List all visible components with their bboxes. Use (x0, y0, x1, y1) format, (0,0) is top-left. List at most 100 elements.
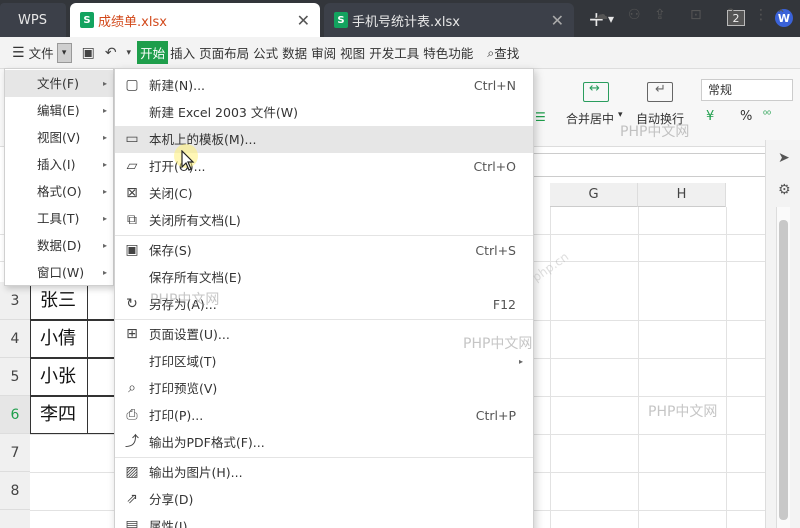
menu-item-data[interactable]: 数据(D) ▸ (5, 232, 113, 259)
share-icon[interactable]: ⇪ (654, 7, 666, 23)
alignment-icon[interactable]: ☰ (535, 110, 546, 124)
select-pointer-icon[interactable]: ➤ (778, 150, 790, 166)
table-cell-name[interactable]: 小张 (30, 358, 88, 396)
menu-item-export-pdf[interactable]: ⤴ 输出为PDF格式(F)... (115, 429, 533, 456)
menu-item-edit[interactable]: 编辑(E) ▸ (5, 97, 113, 124)
menu-item-label: 输出为图片(H)... (149, 465, 243, 480)
new-file-icon: ▢ (125, 77, 139, 93)
decimal-increase-icon[interactable]: ⁰⁰ (763, 110, 771, 121)
save-icon[interactable]: ▣ (82, 45, 95, 61)
tab-label: 成绩单.xlsx (98, 14, 167, 30)
menu-item-export-image[interactable]: ▨ 输出为图片(H)... (115, 459, 533, 486)
chevron-down-icon[interactable]: ▾ (618, 110, 623, 120)
menu-item-label: 打印预览(V) (149, 381, 218, 396)
currency-format-icon[interactable]: ¥ (706, 109, 714, 124)
quick-access-dropdown-icon[interactable]: ▾ (127, 48, 132, 58)
file-menu: 文件(F) ▸ 编辑(E) ▸ 视图(V) ▸ 插入(I) ▸ 格式(O) ▸ 工具(T)… (4, 68, 114, 286)
menu-divider (115, 235, 533, 236)
menu-item-share[interactable]: ⇗ 分享(D) (115, 486, 533, 513)
scrollbar-thumb[interactable] (779, 220, 788, 520)
menu-item-save-all[interactable]: 保存所有文档(E) (115, 264, 533, 291)
properties-icon: ▤ (125, 518, 139, 528)
menu-item-label: 编辑(E) (37, 103, 80, 118)
menu-item-page-setup[interactable]: ⊞ 页面设置(U)... (115, 321, 533, 348)
more-tools-icon[interactable]: ⊡ (690, 7, 702, 23)
properties-panel-icon[interactable]: ⚙ (778, 182, 791, 198)
table-cell[interactable] (88, 282, 114, 320)
find-button[interactable]: 查找 (494, 43, 519, 62)
table-cell[interactable] (88, 396, 114, 434)
menu-item-properties[interactable]: ▤ 属性(I) (115, 513, 533, 528)
menu-item-file[interactable]: 文件(F) ▸ (5, 70, 113, 97)
tab-page-layout[interactable]: 页面布局 (197, 43, 251, 62)
row-header[interactable]: 4 (0, 320, 30, 358)
column-header-h[interactable]: H (638, 183, 726, 207)
table-cell-name[interactable]: 张三 (30, 282, 88, 320)
undo-icon[interactable]: ↶ (105, 45, 117, 61)
menu-item-new[interactable]: ▢ 新建(N)... Ctrl+N (115, 72, 533, 99)
menu-item-close[interactable]: ⊠ 关闭(C) (115, 180, 533, 207)
menu-item-window[interactable]: 窗口(W) ▸ (5, 259, 113, 286)
tab-document-active[interactable]: S 成绩单.xlsx ✕ (70, 3, 320, 37)
file-menu-dropdown[interactable]: ▾ (56, 42, 72, 63)
search-icon[interactable]: ⌕ (487, 45, 494, 61)
menu-item-print[interactable]: ⎙ 打印(P)... Ctrl+P (115, 402, 533, 429)
menu-item-insert[interactable]: 插入(I) ▸ (5, 151, 113, 178)
menu-item-view[interactable]: 视图(V) ▸ (5, 124, 113, 151)
menu-item-close-all[interactable]: ⧉ 关闭所有文档(L) (115, 207, 533, 234)
close-tab-icon[interactable]: ✕ (551, 11, 564, 30)
table-cell[interactable] (88, 320, 114, 358)
cloud-sync-icon[interactable]: ☁ (594, 7, 608, 23)
row-header[interactable]: 5 (0, 358, 30, 396)
wrap-text-button[interactable]: 自动换行 (636, 110, 684, 127)
table-cell-name[interactable]: 小倩 (30, 320, 88, 358)
submenu-arrow-icon: ▸ (102, 214, 107, 223)
menu-item-label: 页面设置(U)... (149, 327, 230, 342)
tab-developer[interactable]: 开发工具 (367, 43, 421, 62)
tab-document[interactable]: S 手机号统计表.xlsx ✕ (324, 3, 574, 37)
percent-format-icon[interactable]: % (740, 109, 752, 124)
hamburger-menu-icon[interactable]: ☰ (12, 45, 25, 61)
tab-home[interactable]: 开始 (137, 41, 169, 64)
table-cell[interactable] (88, 358, 114, 396)
table-cell-name[interactable]: 李四 (30, 396, 88, 434)
menu-item-save[interactable]: ▣ 保存(S) Ctrl+S (115, 237, 533, 264)
merge-cells-icon[interactable] (583, 81, 609, 102)
menu-item-tools[interactable]: 工具(T) ▸ (5, 205, 113, 232)
number-format-select[interactable]: 常规 (701, 79, 793, 101)
menu-item-print-preview[interactable]: ⌕ 打印预览(V) (115, 375, 533, 402)
menu-item-format[interactable]: 格式(O) ▸ (5, 178, 113, 205)
gridline (638, 207, 639, 528)
print-preview-icon: ⌕ (128, 380, 136, 396)
collapse-ribbon-icon[interactable]: ⌃ (776, 7, 786, 21)
more-options-icon[interactable]: ⋮ (754, 7, 768, 23)
tab-insert[interactable]: 插入 (168, 43, 197, 62)
close-doc-icon: ⊠ (126, 185, 138, 201)
tab-data[interactable]: 数据 (280, 43, 309, 62)
menu-item-print-area[interactable]: 打印区域(T) ▸ (115, 348, 533, 375)
tab-special[interactable]: 特色功能 (421, 43, 475, 62)
column-header-g[interactable]: G (550, 183, 638, 207)
gridline (550, 207, 551, 528)
page-setup-icon: ⊞ (126, 326, 138, 342)
tab-wps-home[interactable]: WPS (0, 3, 66, 37)
row-header-selected[interactable]: 6 (0, 396, 30, 434)
row-header[interactable]: 8 (0, 472, 30, 510)
chevron-down-icon[interactable]: ▾ (608, 12, 614, 26)
collaborate-icon[interactable]: ⚇ (628, 7, 641, 23)
tab-formulas[interactable]: 公式 (251, 43, 280, 62)
menu-item-label: 属性(I) (149, 519, 188, 528)
wrap-text-icon[interactable] (647, 82, 673, 102)
row-header[interactable]: 3 (0, 282, 30, 320)
tab-view[interactable]: 视图 (338, 43, 367, 62)
row-header[interactable]: 7 (0, 434, 30, 472)
help-icon[interactable]: ? (727, 7, 734, 23)
menu-item-new-excel-2003[interactable]: 新建 Excel 2003 文件(W) (115, 99, 533, 126)
close-tab-icon[interactable]: ✕ (297, 11, 310, 30)
menu-item-save-as[interactable]: ↻ 另存为(A)... F12 (115, 291, 533, 318)
merge-center-button[interactable]: 合并居中 (566, 110, 614, 127)
tab-review[interactable]: 审阅 (309, 43, 338, 62)
row-header[interactable] (0, 510, 30, 528)
formula-input[interactable] (533, 153, 790, 177)
file-menu-button[interactable]: 文件 (29, 43, 54, 62)
